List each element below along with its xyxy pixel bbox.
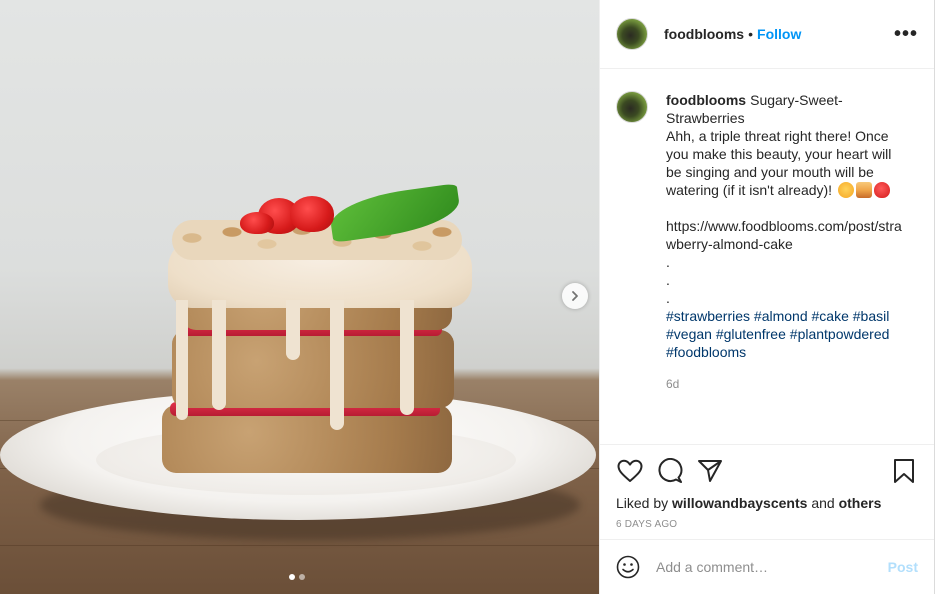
wood-grain bbox=[0, 545, 599, 546]
caption-time[interactable]: 6d bbox=[666, 375, 906, 393]
caption-username[interactable]: foodblooms bbox=[666, 92, 746, 108]
hashtag-link[interactable]: #basil bbox=[853, 308, 890, 324]
follow-button[interactable]: Follow bbox=[757, 26, 801, 42]
liked-by: Liked by willowandbayscents and others bbox=[616, 495, 918, 511]
carousel-indicator bbox=[289, 574, 305, 580]
paper-plane-icon bbox=[698, 460, 722, 482]
caption-dot: . bbox=[666, 272, 670, 288]
action-icons bbox=[616, 451, 918, 491]
comment-input[interactable] bbox=[656, 559, 888, 575]
heart-icon bbox=[617, 459, 643, 482]
hashtag-link[interactable]: #almond bbox=[754, 308, 808, 324]
add-comment-bar: Post bbox=[600, 539, 934, 594]
liked-by-and: and bbox=[811, 495, 835, 511]
hashtag-link[interactable]: #cake bbox=[812, 308, 849, 324]
hashtag-link[interactable]: #plantpowdered bbox=[790, 326, 890, 342]
post-date[interactable]: 6 DAYS AGO bbox=[616, 519, 918, 530]
cake-emoji-icon bbox=[855, 182, 872, 198]
post-image[interactable] bbox=[0, 0, 599, 594]
caption-link: https://www.foodblooms.com/post/strawber… bbox=[666, 218, 902, 252]
post-side-panel: foodblooms • Follow ••• foodblooms Sugary… bbox=[599, 0, 934, 594]
avatar[interactable] bbox=[616, 18, 648, 50]
post-header: foodblooms • Follow ••• bbox=[600, 0, 934, 69]
smiling-face-emoji-icon bbox=[837, 182, 854, 198]
hashtags: #strawberries #almond #cake #basil #vega… bbox=[666, 307, 906, 361]
carousel-dot bbox=[299, 574, 305, 580]
icing-drip bbox=[400, 300, 414, 415]
avatar[interactable] bbox=[616, 91, 648, 123]
hashtag-link[interactable]: #strawberries bbox=[666, 308, 750, 324]
chevron-right-icon bbox=[572, 291, 578, 301]
icing-drip bbox=[176, 300, 188, 420]
hashtag-link[interactable]: #foodblooms bbox=[666, 344, 746, 360]
emoji-smile-icon[interactable] bbox=[616, 555, 640, 579]
comments-area: foodblooms Sugary-Sweet-Strawberries Ahh,… bbox=[600, 69, 934, 444]
more-options-icon[interactable]: ••• bbox=[894, 24, 918, 44]
carousel-dot-active bbox=[289, 574, 295, 580]
icing-drip bbox=[212, 300, 226, 410]
comment-icon bbox=[658, 458, 683, 483]
caption-dot: . bbox=[666, 290, 670, 306]
like-button[interactable] bbox=[616, 457, 644, 485]
bookmark-icon bbox=[894, 459, 914, 483]
strawberry-emoji-icon bbox=[873, 182, 890, 198]
caption-dot: . bbox=[666, 254, 670, 270]
carousel-next-button[interactable] bbox=[562, 283, 588, 309]
icing-drip bbox=[286, 300, 300, 360]
liked-by-user[interactable]: willowandbayscents bbox=[672, 495, 807, 511]
header-separator: • bbox=[748, 26, 754, 42]
comment-button[interactable] bbox=[656, 457, 684, 485]
share-button[interactable] bbox=[696, 457, 724, 485]
strawberry bbox=[290, 196, 334, 232]
post-caption: foodblooms Sugary-Sweet-Strawberries Ahh,… bbox=[666, 91, 906, 444]
icing-drip bbox=[330, 300, 344, 430]
liked-by-prefix: Liked by bbox=[616, 495, 669, 511]
post-comment-button[interactable]: Post bbox=[888, 559, 918, 575]
hashtag-link[interactable]: #vegan bbox=[666, 326, 712, 342]
hashtag-link[interactable]: #glutenfree bbox=[716, 326, 786, 342]
strawberry bbox=[240, 212, 274, 234]
action-bar: Liked by willowandbayscents and others 6… bbox=[600, 444, 934, 539]
instagram-post: foodblooms • Follow ••• foodblooms Sugary… bbox=[0, 0, 935, 594]
save-button[interactable] bbox=[890, 457, 918, 485]
header-username[interactable]: foodblooms bbox=[664, 26, 744, 42]
liked-by-others[interactable]: others bbox=[839, 495, 882, 511]
